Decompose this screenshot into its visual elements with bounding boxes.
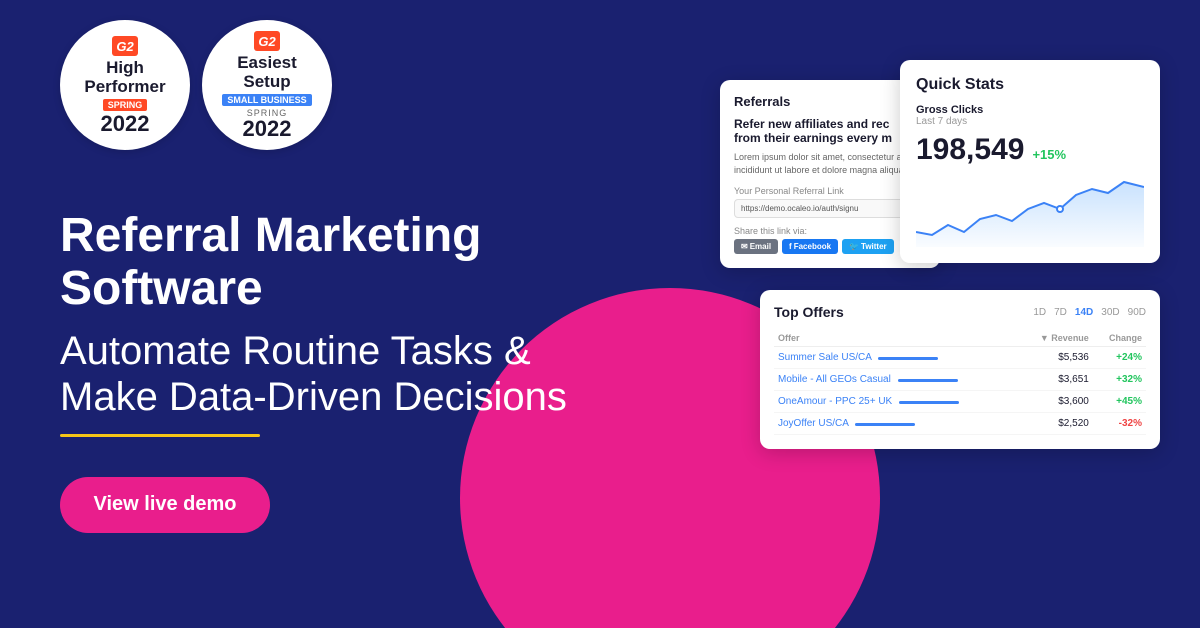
table-row: JoyOffer US/CA $2,520 -32% xyxy=(774,413,1146,435)
headline-regular-1: Automate Routine Tasks & xyxy=(60,328,680,374)
share-label: Share this link via: xyxy=(734,226,926,236)
easiest-setup-badge: G2 Easiest Setup Small Business SPRING 2… xyxy=(202,20,332,150)
gross-clicks-label: Gross Clicks xyxy=(916,104,1144,116)
underline-decoration xyxy=(60,434,260,437)
referral-link-label: Your Personal Referral Link xyxy=(734,186,926,196)
badge-year-2: 2022 xyxy=(243,118,292,140)
top-offers-panel: Top Offers 1D 7D 14D 30D 90D Offer ▼ Rev… xyxy=(760,290,1160,449)
table-row: Summer Sale US/CA $5,536 +24% xyxy=(774,347,1146,369)
quick-stats-panel: Quick Stats Gross Clicks Last 7 days 198… xyxy=(900,60,1160,263)
top-offers-tabs: 1D 7D 14D 30D 90D xyxy=(1033,307,1146,318)
headline-bold: Referral Marketing Software xyxy=(60,210,680,316)
tab-14d[interactable]: 14D xyxy=(1075,307,1093,318)
badge-title-2: Easiest xyxy=(237,54,297,73)
view-demo-button[interactable]: View live demo xyxy=(60,477,270,533)
headline-regular-2: Make Data-Driven Decisions xyxy=(60,374,680,420)
facebook-share-button[interactable]: f Facebook xyxy=(782,239,838,254)
g2-logo-2: G2 xyxy=(253,30,281,52)
revenue-cell: $3,600 xyxy=(1019,391,1093,413)
referrals-title: Referrals xyxy=(734,94,926,109)
gross-clicks-chart xyxy=(916,177,1144,247)
background: G2 High Performer SPRING 2022 G2 Easiest… xyxy=(0,0,1200,628)
col-change: Change xyxy=(1093,330,1146,347)
col-offer: Offer xyxy=(774,330,1019,347)
top-offers-header: Top Offers 1D 7D 14D 30D 90D xyxy=(774,304,1146,320)
table-row: Mobile - All GEOs Casual $3,651 +32% xyxy=(774,369,1146,391)
quick-stats-title: Quick Stats xyxy=(916,76,1144,94)
offer-link[interactable]: OneAmour - PPC 25+ UK xyxy=(778,396,892,407)
revenue-cell: $5,536 xyxy=(1019,347,1093,369)
tab-90d[interactable]: 90D xyxy=(1128,307,1146,318)
twitter-share-button[interactable]: 🐦 Twitter xyxy=(842,239,894,254)
change-cell: +24% xyxy=(1093,347,1146,369)
revenue-cell: $3,651 xyxy=(1019,369,1093,391)
badges-area: G2 High Performer SPRING 2022 G2 Easiest… xyxy=(60,20,680,150)
gross-clicks-value: 198,549 xyxy=(916,133,1024,167)
badge-subtitle-1: SPRING xyxy=(103,99,148,111)
badge-title-1b: Performer xyxy=(84,78,165,97)
email-share-button[interactable]: ✉ Email xyxy=(734,239,778,254)
badge-title-1: High xyxy=(106,59,144,78)
offer-link[interactable]: Summer Sale US/CA xyxy=(778,352,871,363)
share-buttons: ✉ Email f Facebook 🐦 Twitter xyxy=(734,239,926,254)
metric-period: Last 7 days xyxy=(916,116,1144,127)
top-offers-title: Top Offers xyxy=(774,304,844,320)
g2-logo-1: G2 xyxy=(111,35,139,57)
metric-value-row: 198,549 +15% xyxy=(916,133,1144,167)
right-panels: Referrals Refer new affiliates and recfr… xyxy=(700,0,1200,628)
change-cell: -32% xyxy=(1093,413,1146,435)
offer-link[interactable]: Mobile - All GEOs Casual xyxy=(778,374,891,385)
change-cell: +32% xyxy=(1093,369,1146,391)
top-offers-table: Offer ▼ Revenue Change Summer Sale US/CA… xyxy=(774,330,1146,435)
referral-link-value: https://demo.ocaleo.io/auth/signu xyxy=(734,199,926,218)
left-content-area: G2 High Performer SPRING 2022 G2 Easiest… xyxy=(60,0,680,628)
table-row: OneAmour - PPC 25+ UK $3,600 +45% xyxy=(774,391,1146,413)
revenue-cell: $2,520 xyxy=(1019,413,1093,435)
badge-year-1: 2022 xyxy=(101,113,150,135)
tab-30d[interactable]: 30D xyxy=(1101,307,1119,318)
col-revenue: ▼ Revenue xyxy=(1019,330,1093,347)
referrals-heading: Refer new affiliates and recfrom their e… xyxy=(734,117,926,145)
badge-subtitle-2: Small Business xyxy=(222,94,311,106)
tab-1d[interactable]: 1D xyxy=(1033,307,1046,318)
tab-7d[interactable]: 7D xyxy=(1054,307,1067,318)
change-cell: +45% xyxy=(1093,391,1146,413)
high-performer-badge: G2 High Performer SPRING 2022 xyxy=(60,20,190,150)
offer-link[interactable]: JoyOffer US/CA xyxy=(778,418,848,429)
badge-title-2b: Setup xyxy=(243,73,290,92)
referrals-body: Lorem ipsum dolor sit amet, consectetur … xyxy=(734,151,926,176)
gross-clicks-change: +15% xyxy=(1032,147,1066,162)
